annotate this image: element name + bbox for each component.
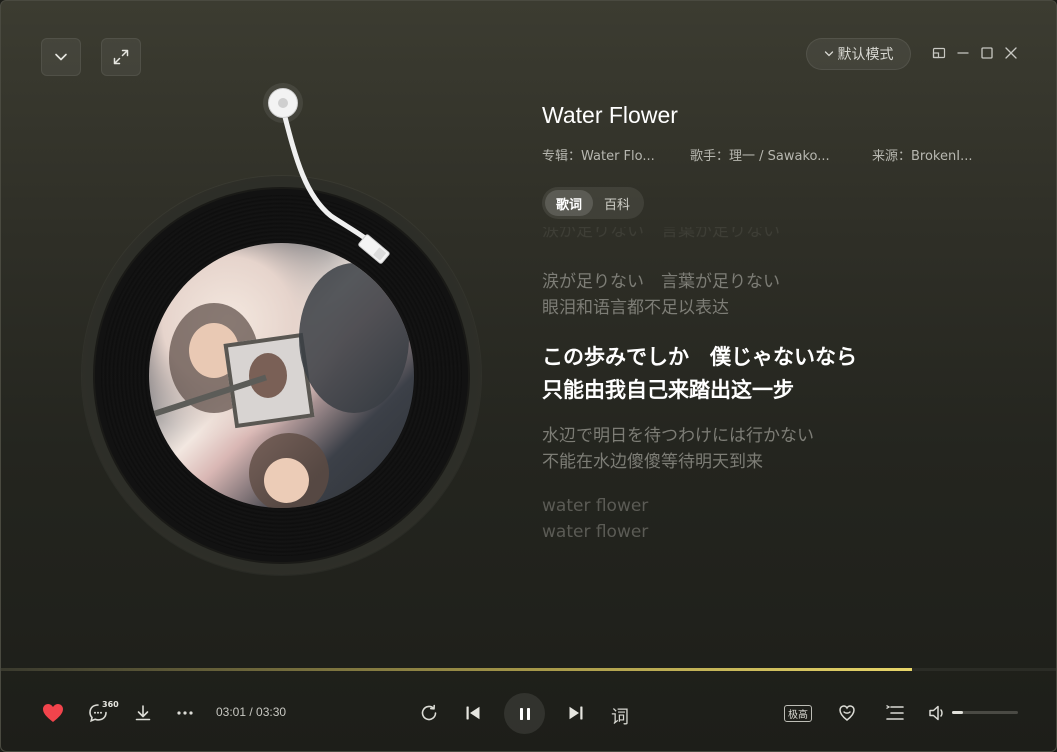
previous-icon xyxy=(466,706,480,720)
playlist-icon xyxy=(886,704,904,720)
loop-button[interactable] xyxy=(417,701,441,725)
mini-window-icon xyxy=(932,47,946,59)
progress-fill xyxy=(1,668,913,671)
tonearm xyxy=(280,106,390,264)
lyric-block[interactable]: water flower water flower xyxy=(542,493,1002,545)
minimize-icon xyxy=(957,52,969,54)
sound-effect-icon xyxy=(839,705,855,721)
fullscreen-button[interactable] xyxy=(101,38,141,76)
lyric-block[interactable]: 涙が足りない 言葉が足りない 眼泪和语言都不足以表达 xyxy=(542,269,1002,321)
sound-effect-button[interactable] xyxy=(835,701,859,725)
more-icon xyxy=(177,711,193,715)
pause-icon xyxy=(519,707,530,720)
source-link[interactable]: 来源：BrokenI... xyxy=(872,145,972,164)
chevron-down-icon xyxy=(55,53,67,61)
expand-icon xyxy=(113,49,129,65)
lyric-translation: 不能在水边傻傻等待明天到来 xyxy=(542,452,763,472)
next-button[interactable] xyxy=(564,701,588,725)
minimize-button[interactable] xyxy=(955,45,971,61)
heart-icon xyxy=(43,704,63,722)
lyric-translation: 只能由我自己来踏出这一步 xyxy=(542,378,794,402)
lyric-block[interactable]: 水辺で明日を待つわけには行かない 不能在水边傻傻等待明天到来 xyxy=(542,423,1002,475)
lyric-original: water flower xyxy=(542,496,649,516)
lyric-original: 水辺で明日を待つわけには行かない xyxy=(542,426,814,446)
playlist-button[interactable] xyxy=(883,701,907,725)
volume-slider[interactable] xyxy=(952,711,1018,714)
display-mode-label: 默认模式 xyxy=(837,47,894,63)
quality-button[interactable]: 极高 xyxy=(784,705,812,722)
loop-icon xyxy=(421,704,437,721)
maximize-icon xyxy=(981,47,993,59)
lyric-translation: 眼泪和语言都不足以表达 xyxy=(542,298,729,318)
chevron-down-icon xyxy=(824,51,833,57)
volume-icon xyxy=(929,705,943,721)
volume-button[interactable] xyxy=(925,701,949,725)
album-link[interactable]: 专辑：Water Flo... xyxy=(542,145,655,164)
lyric-tabs: 歌词 百科 xyxy=(542,187,644,219)
tab-lyrics[interactable]: 歌词 xyxy=(545,190,593,216)
lyric-block-current[interactable]: この歩みでしか 僕じゃないなら 只能由我自己来踏出这一步 xyxy=(542,341,1002,407)
album-cover-art xyxy=(149,243,414,508)
display-mode-button[interactable]: 默认模式 xyxy=(806,38,911,70)
download-icon xyxy=(135,705,151,721)
like-button[interactable] xyxy=(39,699,67,727)
lyrics-panel: 涙が足りない 言葉が足りない 涙が足りない 言葉が足りない 眼泪和语言都不足以表… xyxy=(542,225,1002,545)
download-button[interactable] xyxy=(131,701,155,725)
lyric-original: 涙が足りない 言葉が足りない xyxy=(542,272,780,292)
song-title: Water Flower xyxy=(542,102,678,128)
lyric-original: この歩みでしか 僕じゃないなら xyxy=(542,345,857,369)
previous-button[interactable] xyxy=(461,701,485,725)
artist-link[interactable]: 歌手：理一 / Sawako... xyxy=(690,145,830,164)
collapse-button[interactable] xyxy=(41,38,81,76)
playback-time: 03:01 / 03:30 xyxy=(216,705,287,719)
volume-fill xyxy=(952,711,963,714)
more-button[interactable] xyxy=(173,701,197,725)
maximize-button[interactable] xyxy=(979,45,995,61)
lyric-toggle-button[interactable]: 词 xyxy=(611,703,629,729)
lyric-line-faded: 涙が足りない 言葉が足りない xyxy=(542,227,780,241)
tonearm-pivot xyxy=(268,88,298,118)
progress-bar[interactable] xyxy=(1,668,1056,671)
player-window: 默认模式 Water Flower 专辑：Water Flo... 歌手：理一 … xyxy=(0,0,1057,752)
close-button[interactable] xyxy=(1003,45,1019,61)
mini-window-button[interactable] xyxy=(931,45,947,61)
play-pause-button[interactable] xyxy=(504,693,545,734)
tab-wiki[interactable]: 百科 xyxy=(593,190,641,216)
next-icon xyxy=(569,706,583,720)
comment-count: 360 xyxy=(102,700,119,709)
lyric-translation: water flower xyxy=(542,522,649,542)
close-icon xyxy=(1005,47,1017,59)
window-controls xyxy=(931,45,1019,61)
